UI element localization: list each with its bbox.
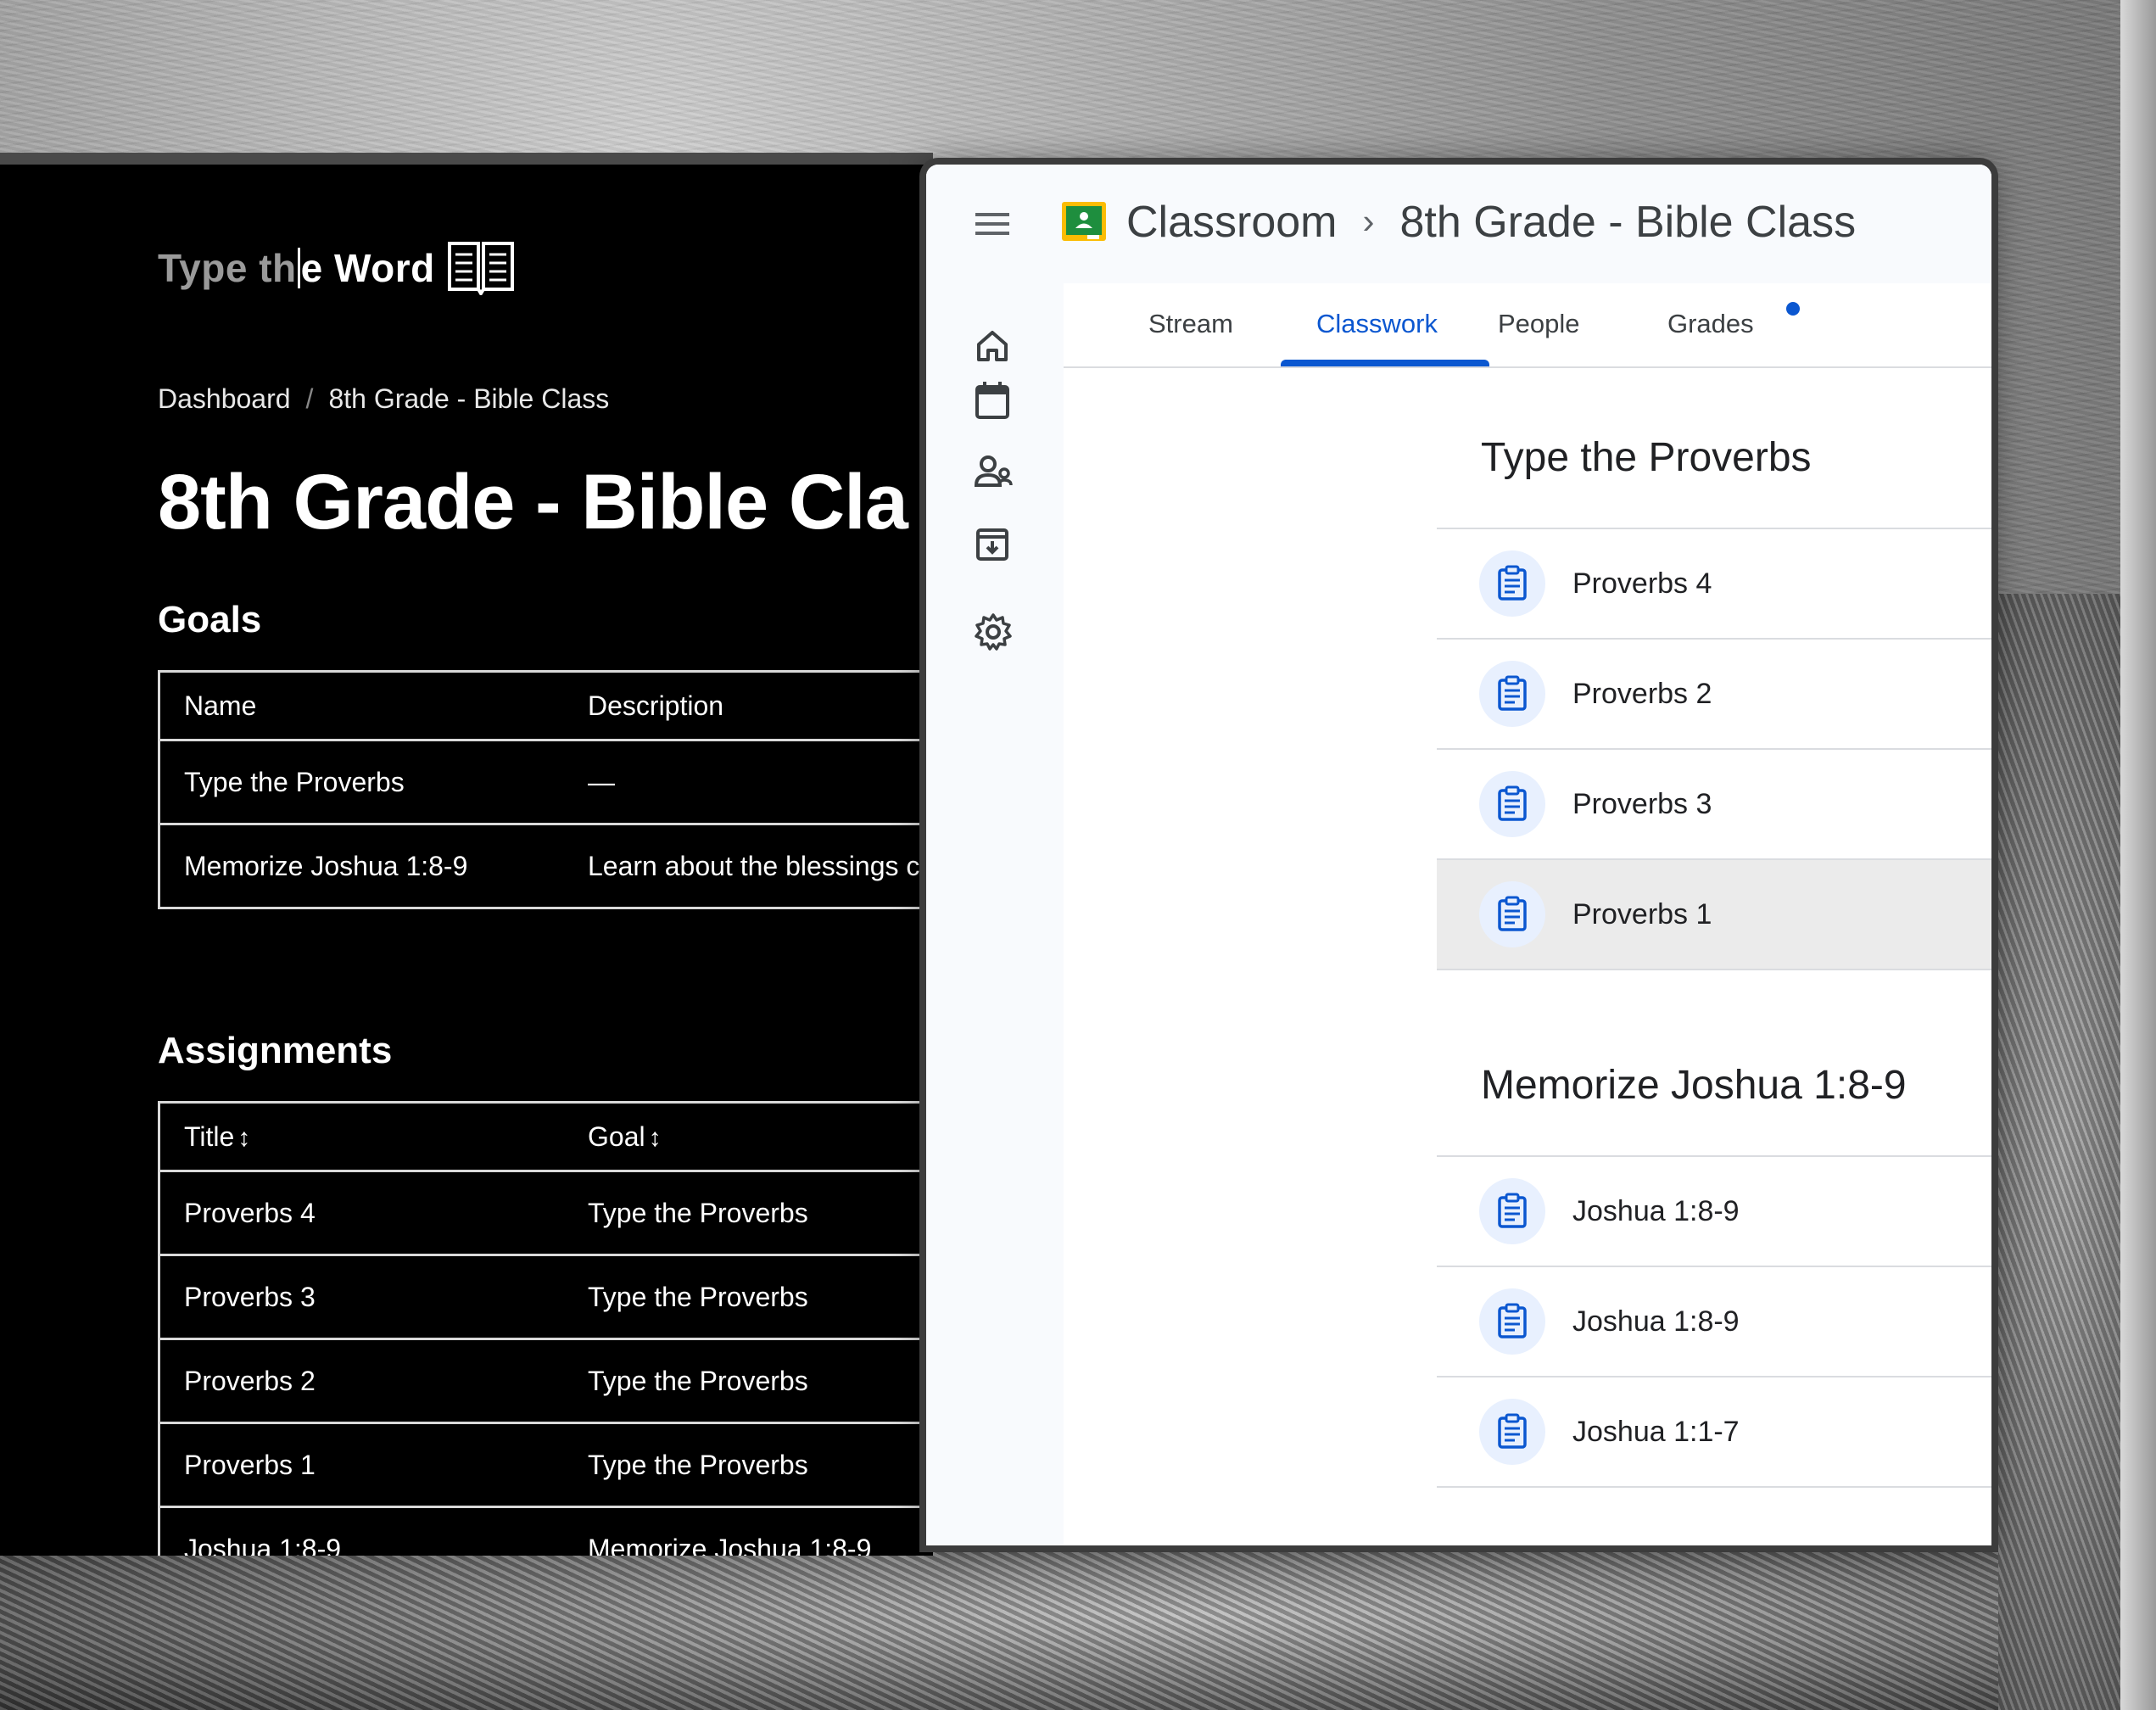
- background-engraving-bottom: [0, 1552, 2156, 1710]
- goals-heading: Goals: [158, 599, 262, 640]
- course-name[interactable]: 8th Grade - Bible Class: [1400, 198, 1857, 247]
- assignment-goal: Type the Proverbs: [588, 1197, 808, 1228]
- tab-stream[interactable]: Stream: [1148, 309, 1233, 339]
- breadcrumb-dashboard-link[interactable]: Dashboard: [158, 383, 291, 414]
- notification-dot: [1786, 302, 1800, 316]
- assignment-title: Proverbs 2: [1572, 677, 1712, 710]
- chevron-right-icon: ›: [1362, 201, 1375, 241]
- list-item[interactable]: Proverbs 3: [1437, 750, 1991, 860]
- list-item[interactable]: Joshua 1:8-9: [1437, 1267, 1991, 1378]
- active-tab-indicator: [1281, 360, 1489, 366]
- page-title: 8th Grade - Bible Cla: [158, 459, 908, 545]
- settings-icon[interactable]: [974, 612, 1013, 651]
- column-header-name: Name: [184, 690, 257, 721]
- top-bar: Classroom › 8th Grade - Bible Class: [926, 165, 1991, 283]
- background-strip: [2120, 0, 2156, 1710]
- column-header-title[interactable]: Title ↕: [160, 1121, 564, 1153]
- brand-logo[interactable]: Type th e Word: [158, 241, 515, 295]
- list-item[interactable]: Proverbs 1: [1437, 860, 1991, 970]
- assignment-icon: [1479, 550, 1545, 617]
- assignment-goal: Type the Proverbs: [588, 1365, 808, 1396]
- hamburger-menu-icon[interactable]: [974, 210, 1011, 238]
- assignment-goal: Type the Proverbs: [588, 1449, 808, 1480]
- goal-description: Learn about the blessings c: [588, 850, 920, 881]
- assignment-title: Proverbs 1: [184, 1449, 316, 1480]
- topic-section: Type the Proverbs Proverbs 4 Proverbs 2 …: [1437, 412, 1991, 970]
- column-header-goal[interactable]: Goal ↕: [564, 1121, 919, 1153]
- breadcrumb: Dashboard / 8th Grade - Bible Class: [158, 383, 609, 415]
- brand-text-typed: Type th: [158, 246, 297, 290]
- assignment-icon: [1479, 1399, 1545, 1465]
- list-item[interactable]: Proverbs 4: [1437, 529, 1991, 640]
- assignment-title: Joshua 1:1-7: [1572, 1415, 1740, 1448]
- google-classroom-window: Classroom › 8th Grade - Bible Class Stre…: [926, 165, 1991, 1545]
- table-row[interactable]: Proverbs 1 Type the Proverbs P: [160, 1424, 933, 1508]
- open-book-icon: [447, 242, 514, 295]
- assignment-icon: [1479, 661, 1545, 727]
- goals-table: Name Description Type the Proverbs — Mem…: [158, 670, 933, 909]
- assignments-table: Title↕ Goal↕ P Proverbs 4 Type the Prove…: [158, 1101, 933, 1556]
- breadcrumb-separator: /: [305, 383, 314, 414]
- table-row[interactable]: Proverbs 2 Type the Proverbs P: [160, 1340, 933, 1424]
- topic-section: Memorize Joshua 1:8-9 Joshua 1:8-9 Joshu…: [1437, 1040, 1991, 1488]
- table-row[interactable]: Type the Proverbs —: [160, 741, 933, 825]
- app-name[interactable]: Classroom: [1126, 198, 1338, 247]
- list-item[interactable]: Joshua 1:8-9: [1437, 1157, 1991, 1267]
- goal-name: Memorize Joshua 1:8-9: [184, 850, 468, 881]
- assignment-title: Proverbs 1: [1572, 897, 1712, 930]
- goals-table-header: Name Description: [160, 673, 933, 741]
- assignment-title: Proverbs 4: [1572, 567, 1712, 600]
- table-row[interactable]: Joshua 1:8-9 Memorize Joshua 1:8-9: [160, 1508, 933, 1556]
- classroom-logo-icon[interactable]: [1060, 200, 1108, 243]
- course-tabs: Stream Classwork People Grades: [1064, 283, 1991, 368]
- tab-grades[interactable]: Grades: [1667, 309, 1754, 339]
- type-the-word-window: Type th e Word Dashboard / 8th Grade - Bibl…: [0, 153, 933, 1556]
- breadcrumb-current: 8th Grade - Bible Class: [328, 383, 610, 414]
- text-caret: [297, 248, 300, 288]
- tab-people[interactable]: People: [1498, 309, 1580, 339]
- goal-description: —: [588, 766, 615, 797]
- assignments-heading: Assignments: [158, 1030, 393, 1071]
- sort-icon[interactable]: ↕: [649, 1124, 662, 1152]
- assignment-title: Proverbs 2: [184, 1365, 316, 1396]
- tab-classwork[interactable]: Classwork: [1316, 309, 1438, 339]
- assignment-icon: [1479, 881, 1545, 947]
- assignments-table-header: Title↕ Goal↕ P: [160, 1104, 933, 1172]
- calendar-icon[interactable]: [974, 380, 1011, 421]
- breadcrumb-title: Classroom › 8th Grade - Bible Class: [1126, 197, 1856, 248]
- assignment-title: Joshua 1:8-9: [184, 1533, 342, 1556]
- assignment-goal: Type the Proverbs: [588, 1281, 808, 1312]
- table-row[interactable]: Proverbs 3 Type the Proverbs P: [160, 1256, 933, 1340]
- archive-icon[interactable]: [974, 526, 1011, 563]
- column-header-title-label: Title: [184, 1120, 235, 1152]
- assignment-title: Proverbs 3: [184, 1281, 316, 1312]
- home-icon[interactable]: [974, 327, 1011, 365]
- assignment-icon: [1479, 1178, 1545, 1244]
- people-icon[interactable]: [974, 453, 1014, 490]
- table-row[interactable]: Proverbs 4 Type the Proverbs P: [160, 1172, 933, 1256]
- assignment-title: Joshua 1:8-9: [1572, 1305, 1740, 1338]
- goal-name: Type the Proverbs: [184, 766, 405, 797]
- column-header-description: Description: [588, 690, 724, 721]
- list-item[interactable]: Joshua 1:1-7: [1437, 1378, 1991, 1488]
- assignment-goal: Memorize Joshua 1:8-9: [588, 1533, 872, 1556]
- assignment-title: Joshua 1:8-9: [1572, 1194, 1740, 1227]
- sort-icon[interactable]: ↕: [237, 1124, 250, 1152]
- main-content: Stream Classwork People Grades Type the …: [1064, 283, 1991, 1545]
- column-header-goal-label: Goal: [588, 1120, 645, 1152]
- assignment-icon: [1479, 1288, 1545, 1355]
- topic-title[interactable]: Memorize Joshua 1:8-9: [1437, 1040, 1991, 1157]
- table-row[interactable]: Memorize Joshua 1:8-9 Learn about the bl…: [160, 825, 933, 907]
- side-rail: [926, 283, 1064, 1545]
- assignment-icon: [1479, 771, 1545, 837]
- assignment-title: Proverbs 3: [1572, 787, 1712, 820]
- assignment-title: Proverbs 4: [184, 1197, 316, 1228]
- topic-title[interactable]: Type the Proverbs: [1437, 412, 1991, 529]
- brand-text-rest: e Word: [300, 246, 435, 290]
- list-item[interactable]: Proverbs 2: [1437, 640, 1991, 750]
